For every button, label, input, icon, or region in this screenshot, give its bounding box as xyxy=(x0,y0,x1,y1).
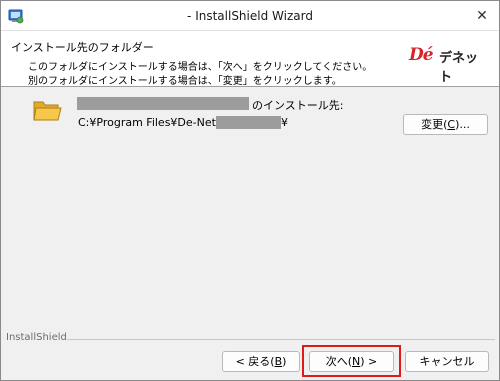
cancel-button[interactable]: キャンセル xyxy=(405,351,489,372)
footer-divider xyxy=(67,339,495,340)
back-button[interactable]: < 戻る(B) xyxy=(222,351,300,372)
change-button[interactable]: 変更(C)... xyxy=(403,114,488,135)
installshield-wizard-window: - InstallShield Wizard ✕ インストール先のフォルダー こ… xyxy=(0,0,500,381)
denet-logo: Dé デネット xyxy=(409,45,489,85)
install-destination-label: のインストール先: xyxy=(252,99,344,112)
header-description-line2: 別のフォルダにインストールする場合は、「変更」をクリックします。 xyxy=(28,76,342,87)
install-path-prefix: C:¥Program Files¥De-Net¥ xyxy=(78,116,223,129)
page-title: インストール先のフォルダー xyxy=(11,41,154,54)
title-bar: - InstallShield Wizard ✕ xyxy=(1,1,499,31)
redacted-path-segment xyxy=(216,116,281,129)
close-icon: ✕ xyxy=(476,8,488,24)
installshield-brand-label: InstallShield xyxy=(6,332,67,343)
folder-icon xyxy=(33,101,62,121)
install-path-suffix: ¥ xyxy=(281,116,288,129)
next-button[interactable]: 次へ(N) > xyxy=(309,351,394,372)
logo-mark: Dé xyxy=(409,45,434,65)
header-description-line1: このフォルダにインストールする場合は、「次へ」をクリックしてください。 xyxy=(28,62,373,73)
close-button[interactable]: ✕ xyxy=(471,5,493,27)
logo-text: デネット xyxy=(439,51,479,85)
redacted-product-name xyxy=(77,97,249,110)
window-title: - InstallShield Wizard xyxy=(187,9,313,23)
header-banner: インストール先のフォルダー このフォルダにインストールする場合は、「次へ」をクリ… xyxy=(1,31,499,87)
